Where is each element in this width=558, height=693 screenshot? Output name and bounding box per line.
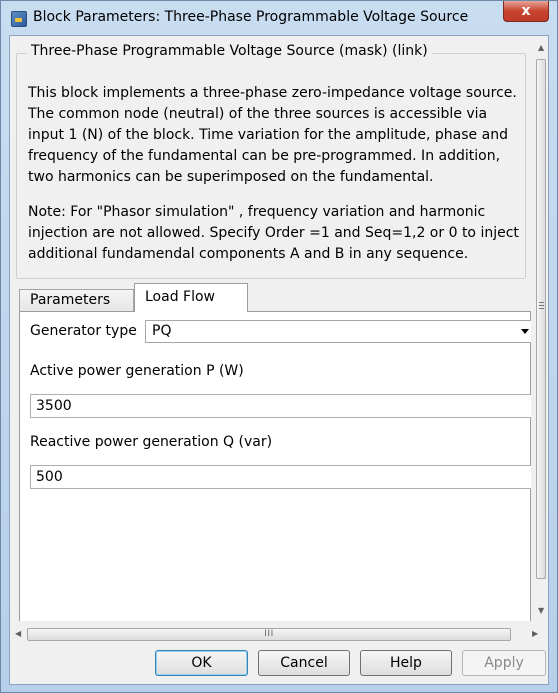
active-power-field[interactable]: 3500	[30, 394, 531, 418]
apply-button[interactable]: Apply	[462, 650, 546, 676]
ok-button[interactable]: OK	[155, 650, 248, 676]
horizontal-scrollbar[interactable]: ◀ III ▶	[11, 626, 548, 643]
vertical-scrollbar[interactable]: ▲ ▼	[535, 37, 548, 621]
scroll-up-icon[interactable]: ▲	[538, 43, 544, 52]
mask-note: Note: For "Phasor simulation" , frequenc…	[28, 204, 519, 262]
reactive-power-field[interactable]: 500	[30, 465, 531, 489]
mask-title: Three-Phase Programmable Voltage Source …	[27, 43, 432, 59]
vertical-scroll-thumb[interactable]	[536, 59, 546, 579]
dialog-client-area: Three-Phase Programmable Voltage Source …	[9, 35, 549, 685]
close-button[interactable]: x	[503, 1, 549, 22]
generator-type-label: Generator type	[30, 323, 137, 339]
active-power-label: Active power generation P (W)	[30, 363, 244, 379]
active-power-value: 3500	[36, 398, 72, 414]
horizontal-scroll-thumb[interactable]: III	[27, 628, 511, 641]
generator-type-select[interactable]: PQ	[145, 320, 531, 343]
load-flow-tab-page: Generator type PQ Active power generatio…	[19, 311, 531, 621]
tab-load-flow[interactable]: Load Flow	[134, 283, 248, 312]
generator-type-value: PQ	[152, 323, 172, 339]
dialog-window: Block Parameters: Three-Phase Programmab…	[0, 0, 558, 693]
chevron-down-icon[interactable]	[521, 329, 529, 334]
grip-line-icon	[539, 308, 544, 309]
window-title: Block Parameters: Three-Phase Programmab…	[33, 9, 469, 25]
mask-description: This block implements a three-phase zero…	[28, 85, 517, 185]
grip-line-icon	[539, 305, 544, 306]
scroll-right-icon[interactable]: ▶	[532, 629, 538, 638]
scroll-left-icon[interactable]: ◀	[15, 629, 21, 638]
cancel-button[interactable]: Cancel	[258, 650, 350, 676]
scroll-down-icon[interactable]: ▼	[538, 606, 544, 615]
reactive-power-label: Reactive power generation Q (var)	[30, 434, 273, 450]
simulink-block-icon	[11, 11, 27, 27]
title-bar[interactable]: Block Parameters: Three-Phase Programmab…	[1, 1, 557, 35]
help-button[interactable]: Help	[360, 650, 452, 676]
grip-line-icon	[539, 302, 544, 303]
reactive-power-value: 500	[36, 469, 63, 485]
tab-parameters[interactable]: Parameters	[19, 289, 134, 311]
parameters-panel: Three-Phase Programmable Voltage Source …	[11, 37, 531, 621]
